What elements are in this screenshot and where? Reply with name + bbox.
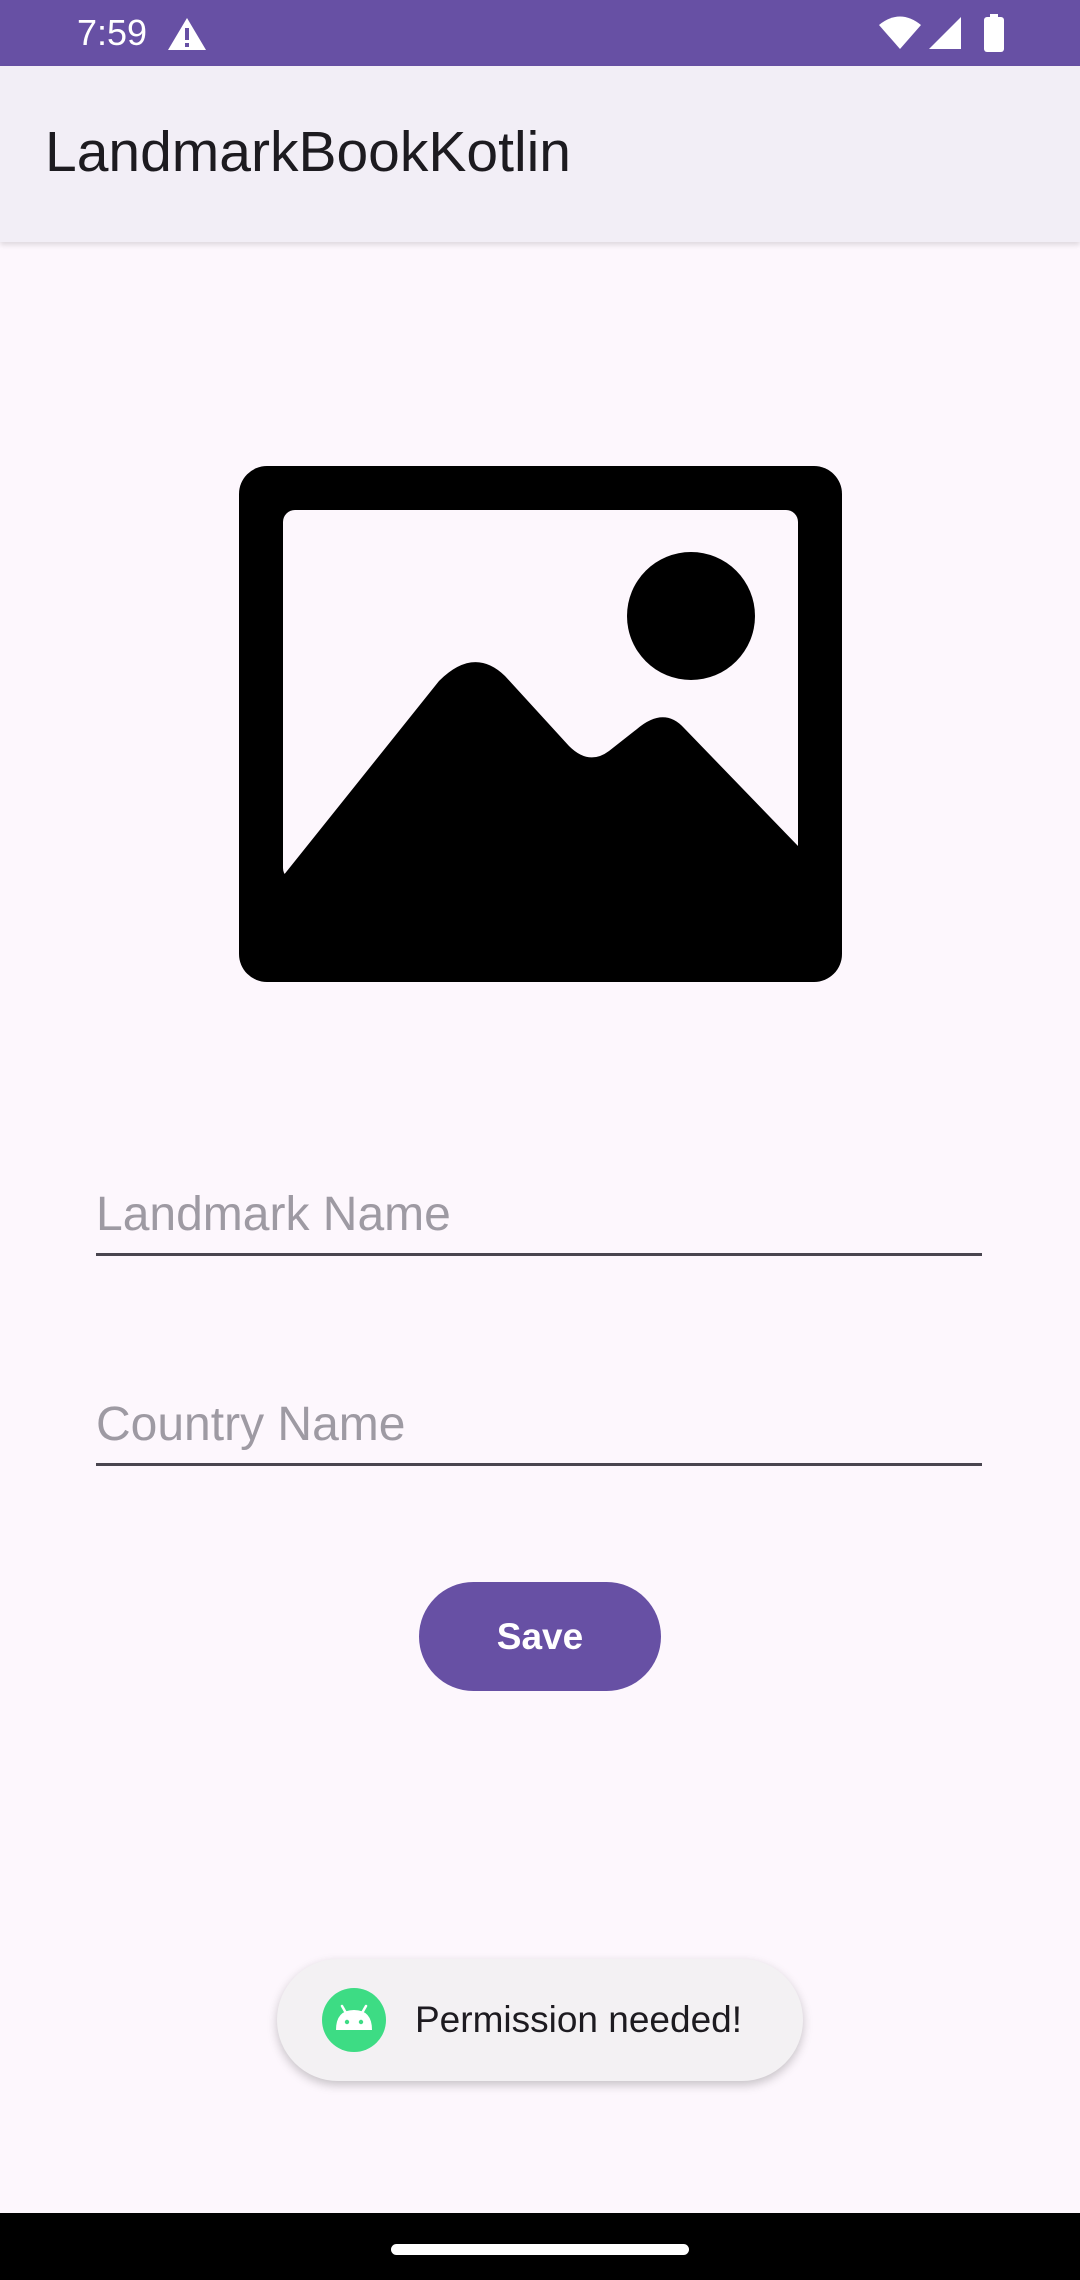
landmark-name-input[interactable] [96, 1185, 982, 1245]
app-title: LandmarkBookKotlin [45, 120, 571, 184]
navigation-bar [0, 2213, 1080, 2280]
status-bar: 7:59 [0, 0, 1080, 66]
android-icon [322, 1988, 386, 2052]
alert-icon [168, 18, 206, 50]
wifi-icon [879, 16, 921, 49]
toast-message: Permission needed! [415, 1999, 743, 2040]
app-bar: LandmarkBookKotlin [0, 66, 1080, 242]
image-placeholder-icon[interactable] [239, 466, 842, 982]
landmark-name-field[interactable] [96, 1157, 982, 1256]
save-button[interactable]: Save [419, 1582, 661, 1691]
signal-icon [929, 17, 961, 49]
battery-icon [984, 14, 1004, 52]
toast: Permission needed! [277, 1959, 803, 2081]
home-handle[interactable] [391, 2244, 689, 2255]
status-time: 7:59 [77, 12, 148, 53]
country-name-field[interactable] [96, 1367, 982, 1466]
country-name-input[interactable] [96, 1395, 982, 1455]
